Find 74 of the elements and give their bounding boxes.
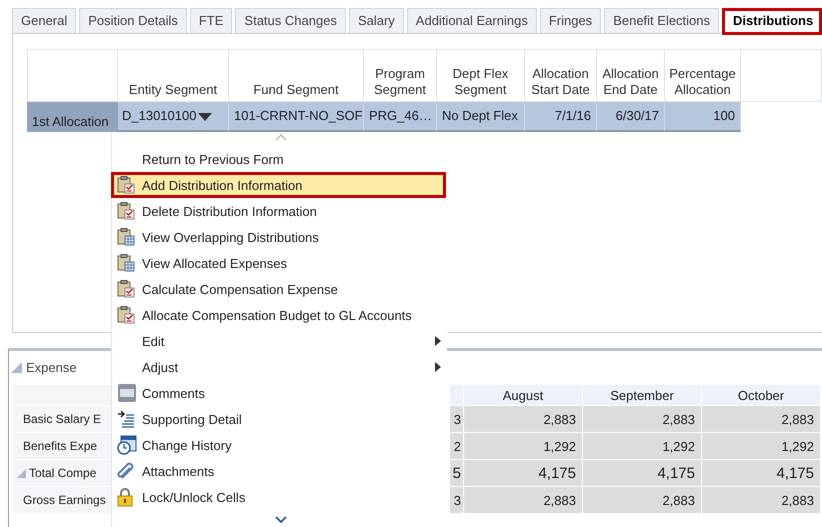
table-cell: 1,292 (583, 433, 701, 459)
menu-item[interactable]: Comments (112, 381, 447, 405)
expand-icon[interactable] (11, 362, 22, 372)
menu-item[interactable]: Attachments (112, 459, 447, 483)
scroll-up-icon[interactable] (275, 134, 287, 141)
table-cell: 2 (450, 433, 463, 459)
menu-item[interactable]: Lock/Unlock Cells (112, 485, 447, 509)
table-cell: 3 (450, 487, 463, 513)
calendar-clock-icon (117, 435, 137, 455)
table-cell: 2,883 (464, 487, 582, 513)
table-cell: 2,883 (464, 406, 582, 432)
table-cell: 6/30/17 (597, 102, 665, 132)
table-cell: 100 (665, 102, 741, 132)
table-cell: 4,175 (702, 460, 820, 486)
tab[interactable]: Fringes (540, 8, 602, 33)
clipboard-check-icon (117, 280, 135, 298)
table-cell: 2,883 (702, 406, 820, 432)
expand-icon[interactable] (17, 468, 26, 478)
submenu-arrow-icon (435, 336, 441, 346)
row-header: 1st Allocation (27, 102, 118, 132)
menu-item[interactable]: Return to Previous Form (112, 147, 447, 171)
clipboard-check-icon (117, 202, 135, 220)
table-cell: 2,883 (702, 487, 820, 513)
row-label: Gross Earnings (22, 493, 106, 507)
menu-item[interactable]: View Overlapping Distributions (112, 225, 447, 249)
menu-item[interactable]: Add Distribution Information (112, 173, 445, 197)
clipboard-check-icon (117, 306, 135, 324)
table-cell: 1,292 (464, 433, 582, 459)
table-cell: No Dept Flex (437, 102, 525, 132)
menu-item[interactable]: View Allocated Expenses (112, 251, 447, 275)
tab[interactable]: General (12, 8, 76, 33)
table-cell: 3 (450, 406, 463, 432)
column-header: August (464, 385, 582, 405)
clipboard-grid-icon (117, 254, 135, 272)
lock-icon (117, 488, 133, 506)
menu-item[interactable]: Delete Distribution Information (112, 199, 447, 223)
menu-item[interactable]: Change History (112, 433, 447, 457)
tab[interactable]: Salary (348, 8, 404, 33)
table-cell: 1,292 (702, 433, 820, 459)
menu-item[interactable]: Supporting Detail (112, 407, 447, 431)
scroll-down-icon[interactable] (275, 516, 287, 523)
tab[interactable]: Distributions (722, 8, 822, 35)
table-cell: 4,175 (583, 460, 701, 486)
comment-icon (117, 383, 137, 403)
row-label: Total Compe (29, 466, 96, 480)
column-header: October (702, 385, 820, 405)
tab[interactable]: Status Changes (235, 8, 346, 33)
table-cell: 2,883 (583, 487, 701, 513)
caret-icon (198, 113, 212, 121)
menu-item[interactable]: Allocate Compensation Budget to GL Accounts (112, 303, 447, 327)
tab[interactable]: Benefit Elections (604, 8, 720, 33)
table-cell: 101-CRRNT-NO_SOF (229, 102, 364, 132)
table-cell: PRG_46… (364, 102, 437, 132)
tab[interactable]: Additional Earnings (406, 8, 537, 33)
tab[interactable]: Position Details (79, 8, 187, 33)
clipboard-grid-icon (117, 228, 135, 246)
menu-item[interactable]: Adjust (112, 355, 447, 379)
section-title: Expense (26, 360, 77, 374)
paperclip-icon (117, 462, 135, 480)
cell-value: D_13010100 (122, 108, 196, 123)
table-cell: 5 (450, 460, 463, 486)
list-icon (117, 410, 135, 428)
dropdown-cell[interactable]: D_13010100 (118, 102, 229, 132)
table-cell: 7/1/16 (525, 102, 597, 132)
table-cell: 4,175 (464, 460, 582, 486)
tab[interactable]: FTE (190, 8, 232, 33)
row-label: Benefits Expe (22, 439, 98, 453)
table-cell: 2,883 (583, 406, 701, 432)
clipboard-check-icon (117, 176, 135, 194)
menu-item[interactable]: Calculate Compensation Expense (112, 277, 447, 301)
column-header: September (583, 385, 701, 405)
menu-item[interactable]: Edit (112, 329, 447, 353)
row-label: Basic Salary E (22, 412, 102, 426)
submenu-arrow-icon (435, 362, 441, 372)
